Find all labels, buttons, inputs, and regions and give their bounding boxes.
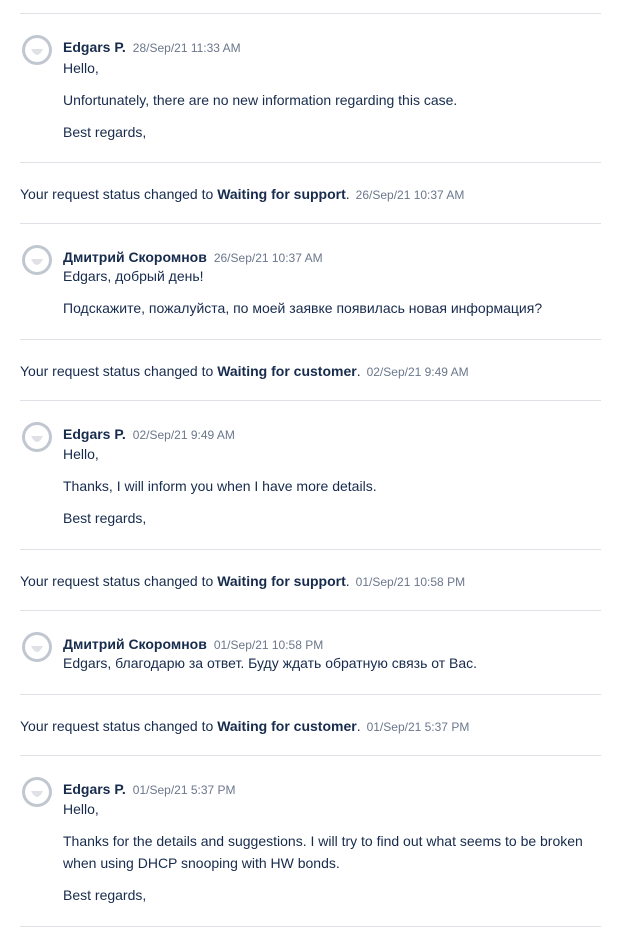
status-change-timestamp[interactable]: 01/Sep/21 5:37 PM (367, 720, 470, 734)
user-avatar-icon[interactable] (21, 421, 53, 453)
request-activity-feed: Edgars P. 28/Sep/21 11:33 AM Hello, Unfor… (0, 0, 618, 937)
divider (20, 610, 601, 611)
comment-timestamp[interactable]: 01/Sep/21 5:37 PM (133, 783, 236, 797)
divider (20, 926, 601, 927)
user-avatar-icon[interactable] (21, 244, 53, 276)
divider (20, 755, 601, 756)
divider (20, 339, 601, 340)
status-change-timestamp[interactable]: 26/Sep/21 10:37 AM (356, 188, 465, 202)
status-change-prefix: Your request status changed to (20, 718, 214, 734)
status-change: Your request status changed to Waiting f… (20, 361, 469, 382)
comment-text: Hello, (63, 801, 99, 817)
status-change-suffix: . (356, 363, 361, 379)
status-change-prefix: Your request status changed to (20, 363, 214, 379)
status-change-suffix: . (345, 573, 350, 589)
comment-text: Hello, (63, 60, 99, 76)
comment-text: Best regards, (63, 124, 147, 140)
status-change-prefix: Your request status changed to (20, 573, 214, 589)
comment-author[interactable]: Edgars P. (63, 426, 126, 442)
status-value: Waiting for customer (217, 363, 357, 379)
status-change-prefix: Your request status changed to (20, 186, 214, 202)
comment-timestamp[interactable]: 02/Sep/21 9:49 AM (133, 428, 235, 442)
comment-text: Best regards, (63, 510, 147, 526)
comment-timestamp[interactable]: 28/Sep/21 11:33 AM (133, 41, 241, 55)
divider (20, 400, 601, 401)
comment-meta: Edgars P. 28/Sep/21 11:33 AM (63, 38, 241, 57)
status-change: Your request status changed to Waiting f… (20, 716, 469, 737)
comment-author[interactable]: Дмитрий Скоромнов (63, 636, 207, 652)
comment-meta: Дмитрий Скоромнов 01/Sep/21 10:58 PM (63, 635, 323, 654)
status-change-timestamp[interactable]: 02/Sep/21 9:49 AM (367, 365, 469, 379)
status-change: Your request status changed to Waiting f… (20, 571, 465, 592)
comment-timestamp[interactable]: 26/Sep/21 10:37 AM (214, 251, 323, 265)
divider (20, 162, 601, 163)
comment-timestamp[interactable]: 01/Sep/21 10:58 PM (214, 638, 323, 652)
comment-text: Unfortunately, there are no new informat… (63, 92, 458, 108)
comment-author[interactable]: Edgars P. (63, 781, 126, 797)
status-change-timestamp[interactable]: 01/Sep/21 10:58 PM (356, 575, 465, 589)
comment-text: Thanks for the details and suggestions. … (63, 833, 583, 849)
status-value: Waiting for support (217, 573, 346, 589)
comment-text: when using DHCP snooping with HW bonds. (63, 855, 340, 871)
comment-author[interactable]: Edgars P. (63, 39, 126, 55)
user-avatar-icon[interactable] (21, 776, 53, 808)
comment-author[interactable]: Дмитрий Скоромнов (63, 249, 207, 265)
comment-text: Подскажите, пожалуйста, по моей заявке п… (63, 300, 543, 316)
comment-text: Best regards, (63, 887, 147, 903)
comment-meta: Дмитрий Скоромнов 26/Sep/21 10:37 AM (63, 248, 323, 267)
status-value: Waiting for support (217, 186, 346, 202)
comment-meta: Edgars P. 02/Sep/21 9:49 AM (63, 425, 235, 444)
status-change: Your request status changed to Waiting f… (20, 184, 464, 205)
comment-text: Edgars, добрый день! (63, 268, 204, 284)
user-avatar-icon[interactable] (21, 631, 53, 663)
comment-text: Thanks, I will inform you when I have mo… (63, 478, 377, 494)
divider (20, 223, 601, 224)
status-change-suffix: . (356, 718, 361, 734)
status-value: Waiting for customer (217, 718, 357, 734)
divider (20, 549, 601, 550)
comment-text: Hello, (63, 446, 99, 462)
divider (20, 13, 601, 14)
divider (20, 694, 601, 695)
comment-meta: Edgars P. 01/Sep/21 5:37 PM (63, 780, 236, 799)
comment-text: Edgars, благодарю за ответ. Буду ждать о… (63, 655, 478, 671)
status-change-suffix: . (345, 186, 350, 202)
user-avatar-icon[interactable] (21, 34, 53, 66)
